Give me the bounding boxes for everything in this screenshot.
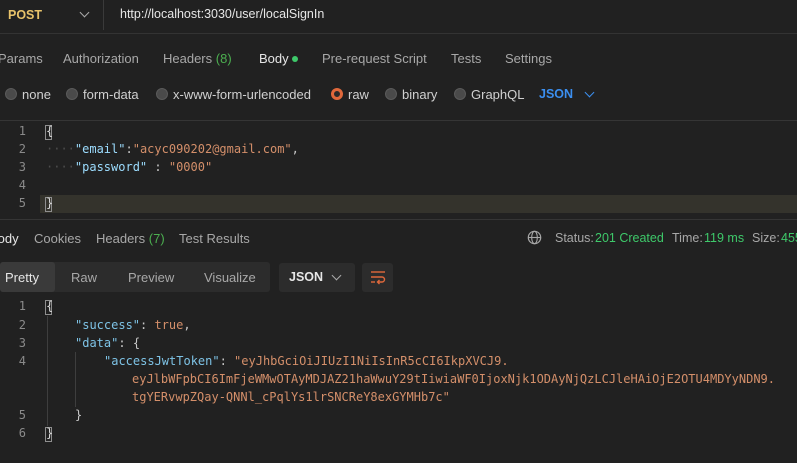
- view-visualize-button[interactable]: Visualize: [204, 270, 256, 285]
- tab-headers-label: Headers: [163, 51, 213, 66]
- radio-urlencoded-label: x-www-form-urlencoded: [173, 87, 311, 102]
- json-value: "acyc090202@gmail.com": [132, 142, 292, 156]
- chevron-down-icon: [79, 7, 90, 18]
- line-number: 2: [18, 318, 26, 332]
- indent-guide: [47, 316, 48, 426]
- radio-binary[interactable]: [385, 88, 397, 100]
- radio-raw[interactable]: [331, 88, 343, 100]
- line-number: 4: [18, 178, 26, 192]
- headers-count: (7): [148, 231, 165, 246]
- tab-settings[interactable]: Settings: [505, 51, 552, 66]
- line-number: 6: [18, 426, 26, 440]
- json-key: "success": [75, 318, 141, 332]
- wrap-icon: [371, 271, 386, 285]
- radio-graphql-label: GraphQL: [471, 87, 525, 102]
- indent-guide: [75, 352, 76, 407]
- url-input[interactable]: http://localhost:3030/user/localSignIn: [120, 7, 324, 21]
- code-line: ····"password" : "0000": [46, 160, 213, 174]
- data-open-brace: {: [132, 336, 141, 350]
- tab-tests[interactable]: Tests: [451, 51, 481, 66]
- view-pretty-button[interactable]: Pretty: [5, 270, 39, 285]
- response-format-label: JSON: [289, 270, 324, 284]
- method-dropdown[interactable]: POST: [0, 0, 104, 30]
- code-line: "data": {: [75, 336, 141, 350]
- close-brace: }: [46, 196, 54, 210]
- status-label: Status:: [555, 231, 594, 245]
- response-tab-headers[interactable]: Headers (7): [96, 231, 165, 246]
- url-bar: POST http://localhost:3030/user/localSig…: [0, 0, 797, 34]
- open-brace: {: [46, 124, 54, 138]
- json-key: "email": [74, 142, 126, 156]
- line-number: 1: [18, 124, 26, 138]
- radio-raw-label: raw: [348, 87, 369, 102]
- radio-form-data-label: form-data: [83, 87, 139, 102]
- line-number: 4: [18, 354, 26, 368]
- json-key: "data": [75, 336, 119, 350]
- wrap-lines-button[interactable]: [362, 263, 393, 292]
- tab-prerequest-script[interactable]: Pre-request Script: [322, 51, 427, 66]
- json-value: true: [154, 318, 184, 332]
- time-label: Time:: [672, 231, 703, 245]
- json-value: "eyJhbGciOiJIUzI1NiIsInR5cCI6IkpXVCJ9.: [234, 354, 509, 368]
- chevron-down-icon: [331, 270, 342, 281]
- response-tab-test-results[interactable]: Test Results: [179, 231, 250, 246]
- radio-binary-label: binary: [402, 87, 438, 102]
- size-value[interactable]: 455: [781, 231, 797, 245]
- view-preview-button[interactable]: Preview: [128, 270, 174, 285]
- radio-none[interactable]: [5, 88, 17, 100]
- response-tab-cookies[interactable]: Cookies: [34, 231, 81, 246]
- radio-none-label: none: [22, 87, 51, 102]
- line-number: 3: [18, 336, 26, 350]
- view-raw-button[interactable]: Raw: [71, 270, 97, 285]
- divider: [0, 219, 797, 220]
- close-brace: }: [46, 426, 54, 440]
- size-label: Size:: [752, 231, 780, 245]
- json-key: "password": [74, 160, 148, 174]
- data-close-brace: }: [75, 408, 83, 422]
- code-line: ····"email":"acyc090202@gmail.com",: [46, 142, 299, 156]
- current-line-highlight: [40, 195, 797, 213]
- radio-graphql[interactable]: [454, 88, 466, 100]
- tab-authorization[interactable]: Authorization: [63, 51, 139, 66]
- token-continuation: tgYERvwpZQay-QNNl_cPqlYs1lrSNCReY8exGYMH…: [132, 390, 450, 404]
- line-number: 2: [18, 142, 26, 156]
- open-brace: {: [46, 299, 54, 313]
- format-dropdown[interactable]: JSON: [539, 87, 573, 101]
- headers-count: (8): [215, 51, 232, 66]
- divider: [0, 120, 797, 121]
- line-number: 1: [18, 299, 26, 313]
- method-label: POST: [8, 8, 43, 22]
- response-tab-body[interactable]: Body: [0, 231, 19, 246]
- response-tab-headers-label: Headers: [96, 231, 146, 246]
- line-number: 3: [18, 160, 26, 174]
- time-value[interactable]: 119 ms: [704, 231, 744, 245]
- json-value: "0000": [168, 160, 213, 174]
- status-value[interactable]: 201 Created: [595, 231, 664, 245]
- line-number: 5: [18, 408, 26, 422]
- radio-urlencoded[interactable]: [156, 88, 168, 100]
- response-format-dropdown[interactable]: JSON: [279, 263, 355, 292]
- token-continuation: eyJlbWFpbCI6ImFjeWMwOTAyMDJAZ21haWwuY29t…: [132, 372, 775, 386]
- tab-body[interactable]: Body: [259, 51, 289, 66]
- tab-params[interactable]: Params: [0, 51, 43, 66]
- json-key: "accessJwtToken": [104, 354, 220, 368]
- globe-icon[interactable]: [527, 230, 542, 245]
- code-line: "success": true,: [75, 318, 191, 332]
- chevron-down-icon[interactable]: [584, 87, 595, 98]
- line-number: 5: [18, 196, 26, 210]
- tab-headers[interactable]: Headers (8): [163, 51, 232, 66]
- radio-form-data[interactable]: [66, 88, 78, 100]
- code-line: "accessJwtToken": "eyJhbGciOiJIUzI1NiIsI…: [104, 354, 509, 368]
- body-active-dot: [292, 56, 298, 62]
